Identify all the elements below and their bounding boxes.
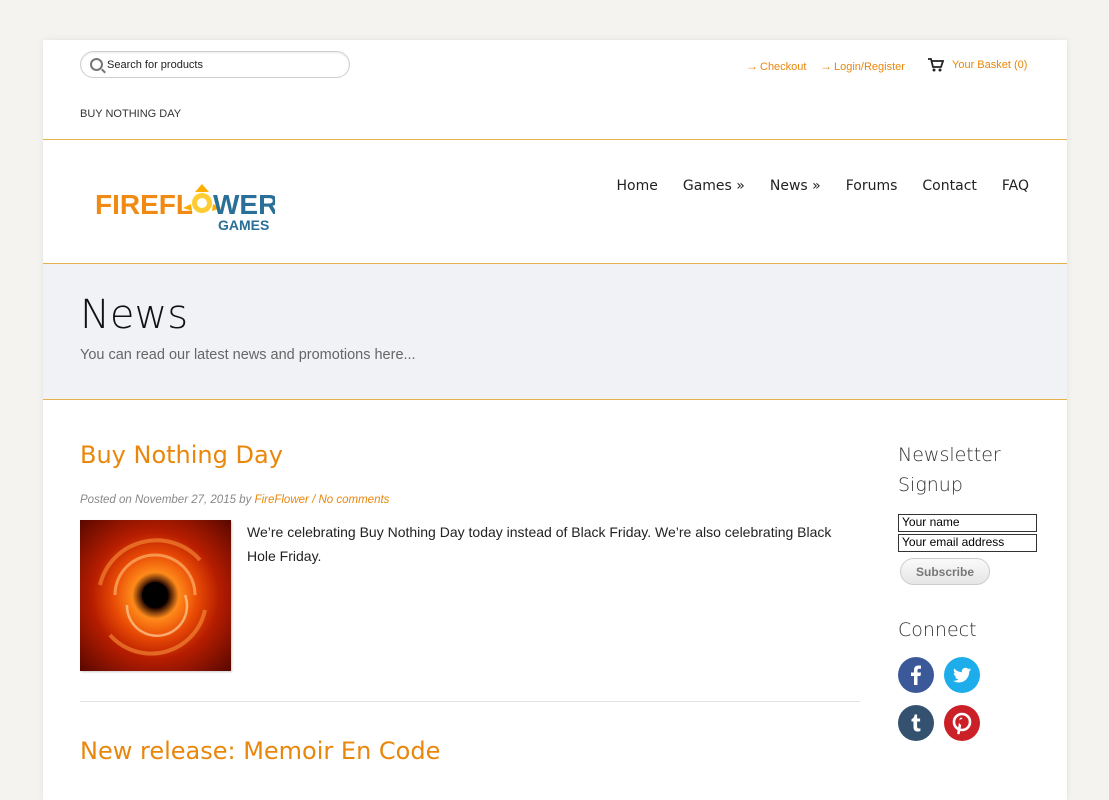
basket-link[interactable]: Your Basket (0) — [952, 59, 1027, 71]
login-register-link[interactable]: → Login/Register — [820, 59, 905, 73]
login-label: Login/Register — [834, 61, 905, 73]
arrow-right-icon: → — [746, 59, 758, 73]
pinterest-icon[interactable] — [944, 705, 980, 741]
checkout-label: Checkout — [760, 61, 807, 73]
top-bar: →Checkout →Login/Register Your Basket (0… — [43, 40, 1067, 140]
connect-heading: Connect — [898, 619, 977, 641]
newsletter-heading-line2: Signup — [898, 474, 963, 496]
main-nav: Home Games » News » Forums Contact FAQ — [617, 178, 1029, 194]
search-box[interactable] — [80, 51, 350, 78]
page-subtitle: You can read our latest news and promoti… — [80, 347, 416, 363]
nav-home[interactable]: Home — [617, 178, 658, 194]
post-title-link[interactable]: Buy Nothing Day — [80, 441, 283, 469]
cart-icon[interactable] — [928, 58, 944, 72]
checkout-link[interactable]: → Checkout — [746, 59, 806, 73]
post-divider — [80, 701, 860, 702]
post-meta: Posted on November 27, 2015 by FireFlowe… — [80, 494, 389, 506]
post-excerpt: We’re celebrating Buy Nothing Day today … — [247, 524, 832, 564]
search-input[interactable] — [105, 54, 339, 76]
fireflower-games-logo[interactable]: FIREFL WER GAMES — [95, 182, 275, 232]
page-title: News — [80, 292, 189, 338]
nav-forums[interactable]: Forums — [846, 178, 898, 194]
name-field[interactable]: Your name — [898, 514, 1037, 532]
post-author-link[interactable]: FireFlower — [255, 494, 309, 506]
breadcrumb[interactable]: BUY NOTHING DAY — [80, 108, 181, 120]
post-date: Posted on November 27, 2015 by — [80, 494, 252, 506]
logo-ower-text: WER — [213, 189, 275, 220]
site-header: FIREFL WER GAMES Home Games » News » For… — [43, 140, 1067, 264]
nav-games[interactable]: Games » — [683, 178, 745, 194]
page: →Checkout →Login/Register Your Basket (0… — [43, 40, 1067, 800]
nav-contact[interactable]: Contact — [922, 178, 976, 194]
nav-news[interactable]: News » — [770, 178, 821, 194]
post-thumbnail[interactable] — [80, 520, 231, 671]
newsletter-heading: Newsletter Signup — [898, 440, 1001, 500]
logo-games-text: GAMES — [218, 217, 269, 232]
twitter-icon[interactable] — [944, 657, 980, 693]
newsletter-heading-line1: Newsletter — [898, 444, 1001, 466]
email-field[interactable]: Your email address — [898, 534, 1037, 552]
logo-fire-text: FIREFL — [95, 189, 193, 220]
search-icon — [90, 58, 103, 71]
tumblr-icon[interactable] — [898, 705, 934, 741]
basket-label: Your Basket (0) — [952, 59, 1028, 71]
post-title-link[interactable]: New release: Memoir En Code — [80, 737, 440, 765]
subscribe-button[interactable]: Subscribe — [900, 558, 990, 585]
facebook-icon[interactable] — [898, 657, 934, 693]
nav-faq[interactable]: FAQ — [1002, 178, 1029, 194]
post-comments-link[interactable]: No comments — [318, 494, 389, 506]
meta-separator: / — [312, 494, 316, 506]
page-hero: News You can read our latest news and pr… — [43, 264, 1067, 400]
arrow-right-icon: → — [820, 59, 832, 73]
